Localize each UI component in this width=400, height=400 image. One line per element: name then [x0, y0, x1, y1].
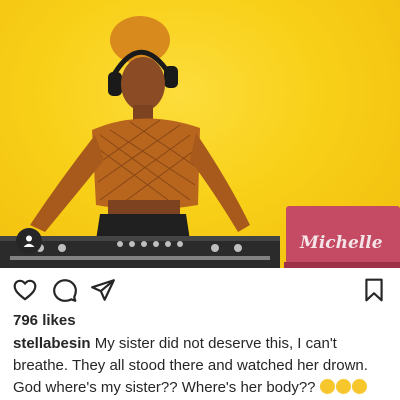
paper-plane-icon[interactable]: [89, 276, 117, 304]
post-photo[interactable]: Michelle: [0, 0, 400, 268]
user-tag-button[interactable]: [16, 228, 42, 254]
svg-text:Michelle: Michelle: [299, 233, 383, 253]
bookmark-icon[interactable]: [360, 276, 388, 304]
likes-count[interactable]: 796 likes: [13, 312, 76, 329]
post-caption: stellabesin My sister did not deserve th…: [13, 333, 391, 399]
heart-outline-icon[interactable]: [11, 276, 39, 304]
crying-face-icon: [319, 379, 368, 396]
caption-username[interactable]: stellabesin: [13, 335, 91, 352]
dj-photo-illustration: Michelle: [0, 0, 400, 268]
person-icon: [23, 235, 35, 247]
speech-bubble-icon[interactable]: [51, 276, 79, 304]
post-action-bar: [0, 274, 400, 308]
